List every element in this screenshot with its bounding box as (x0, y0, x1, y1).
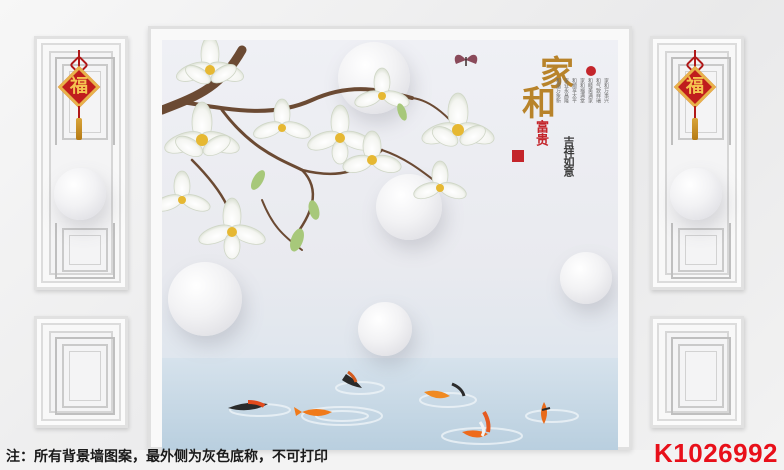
lattice-bottom (55, 223, 115, 279)
right-bottom-panel (650, 316, 744, 428)
product-code: K1026992 (654, 438, 778, 468)
printing-note: 注：所有背景墙图案，最外侧为灰色底称，不可打印 (6, 449, 328, 465)
magnolia-mural: 家 和 家和万事兴 和气致祥瑞 和睦美满家 家和福满堂 和顺享太平 家业永昌隆 … (162, 40, 618, 450)
tassel (692, 118, 698, 140)
lattice-frame (55, 337, 115, 415)
left-bottom-panel (34, 316, 128, 428)
koi-pond (228, 370, 579, 445)
chinese-knot-ornament-left: 福 (57, 50, 101, 156)
fu-character: 福 (70, 76, 88, 97)
panel-inner (665, 331, 731, 415)
tassel (76, 118, 82, 140)
panel-inner (49, 331, 115, 415)
chinese-knot-ornament-right: 福 (673, 50, 717, 156)
sphere (54, 168, 106, 220)
lattice-frame (671, 337, 731, 415)
lattice-bottom (671, 223, 731, 279)
fu-character: 福 (686, 76, 704, 97)
sphere (670, 168, 722, 220)
